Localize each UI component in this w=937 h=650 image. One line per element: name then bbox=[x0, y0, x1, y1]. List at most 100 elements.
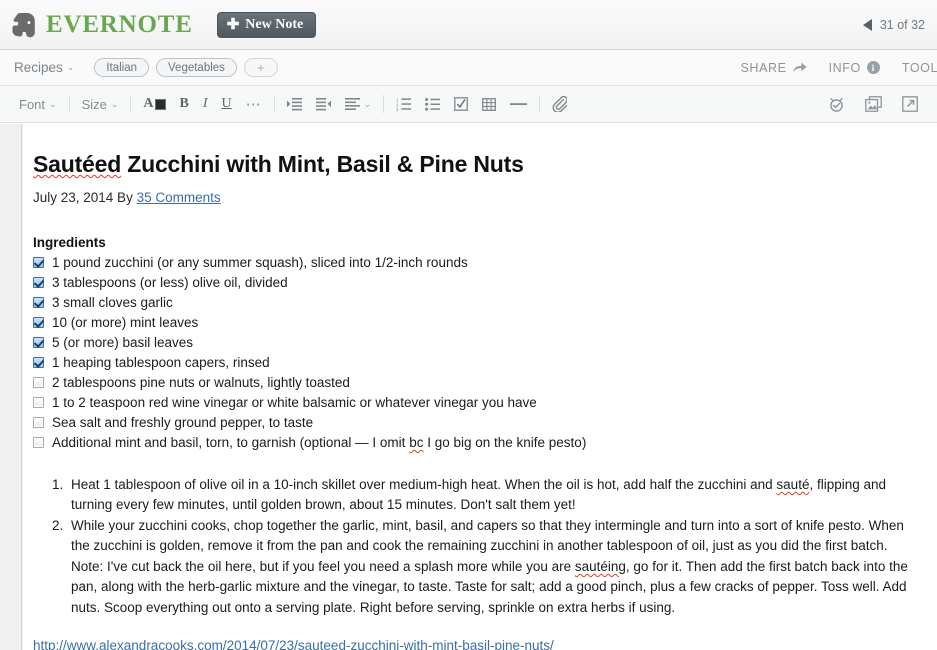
top-header-bar: EVERNOTE ✚ New Note 31 of 32 bbox=[0, 0, 937, 50]
byline-date: July 23, 2014 By bbox=[33, 189, 137, 205]
ingredient-checkbox[interactable] bbox=[33, 316, 44, 328]
info-button[interactable]: INFO i bbox=[829, 61, 880, 75]
ingredient-label: 2 tablespoons pine nuts or walnuts, ligh… bbox=[52, 374, 350, 390]
duplicate-note-icon[interactable] bbox=[858, 91, 889, 117]
note-gutter bbox=[0, 124, 22, 650]
attachment-paperclip-icon[interactable] bbox=[545, 91, 574, 117]
comments-link[interactable]: 35 Comments bbox=[137, 190, 221, 205]
add-tag-button[interactable]: + bbox=[243, 58, 278, 77]
divider bbox=[539, 95, 541, 113]
note-pagination: 31 of 32 bbox=[862, 17, 925, 32]
underline-button[interactable]: U bbox=[215, 91, 239, 117]
new-note-label: New Note bbox=[245, 16, 304, 32]
numbered-list-icon[interactable]: 1 2 3 bbox=[389, 91, 418, 117]
list-item[interactable]: 1 to 2 teaspoon red wine vinegar or whit… bbox=[33, 393, 917, 413]
instruction-step[interactable]: While your zucchini cooks, chop together… bbox=[67, 516, 917, 619]
divider bbox=[130, 95, 132, 113]
ingredients-heading: Ingredients bbox=[33, 234, 106, 250]
chevron-down-icon: ⌄ bbox=[49, 98, 57, 109]
brand-logo[interactable]: EVERNOTE bbox=[9, 10, 193, 40]
pagination-label: 31 of 32 bbox=[879, 17, 925, 32]
note-title[interactable]: Sautéed Zucchini with Mint, Basil & Pine… bbox=[33, 150, 917, 179]
ingredient-checkbox[interactable] bbox=[33, 296, 44, 308]
list-item[interactable]: 3 tablespoons (or less) olive oil, divid… bbox=[33, 273, 917, 293]
ingredient-checkbox[interactable] bbox=[33, 256, 44, 268]
ingredient-label: 3 small cloves garlic bbox=[52, 294, 173, 310]
notebook-selector[interactable]: Recipes ⌄ bbox=[14, 60, 74, 75]
checkbox-list-icon[interactable] bbox=[447, 91, 475, 117]
list-item[interactable]: Sea salt and freshly ground pepper, to t… bbox=[33, 413, 917, 433]
text-color-button[interactable]: A bbox=[136, 91, 172, 117]
ingredient-label: 10 (or more) mint leaves bbox=[52, 314, 199, 330]
tools-label: TOOLS bbox=[901, 60, 937, 75]
list-item[interactable]: Additional mint and basil, torn, to garn… bbox=[33, 433, 917, 453]
ingredient-label: 1 pound zucchini (or any summer squash),… bbox=[52, 254, 468, 270]
bullet-list-icon[interactable] bbox=[418, 91, 447, 117]
align-left-button[interactable]: ⌄ bbox=[338, 91, 379, 117]
notebook-tag-bar: Recipes ⌄ Italian Vegetables + SHARE INF… bbox=[0, 50, 937, 86]
ingredient-checkbox[interactable] bbox=[33, 336, 44, 348]
list-item[interactable]: 1 heaping tablespoon capers, rinsed bbox=[33, 353, 917, 373]
color-swatch-icon bbox=[154, 98, 166, 110]
notebook-label: Recipes bbox=[14, 60, 63, 75]
bold-button[interactable]: B bbox=[173, 91, 196, 117]
ingredient-checkbox[interactable] bbox=[33, 376, 44, 388]
more-formatting-button[interactable]: ⋯ bbox=[239, 91, 269, 117]
evernote-window: EVERNOTE ✚ New Note 31 of 32 Recipes ⌄ I… bbox=[0, 0, 937, 650]
instructions-list: Heat 1 tablespoon of olive oil in a 10-i… bbox=[33, 475, 917, 619]
size-selector[interactable]: Size ⌄ bbox=[75, 91, 126, 117]
ingredient-checkbox[interactable] bbox=[33, 356, 44, 368]
ingredients-list: 1 pound zucchini (or any summer squash),… bbox=[33, 253, 917, 453]
note-actions: SHARE INFO i TOOLS bbox=[741, 61, 937, 75]
ingredient-checkbox[interactable] bbox=[33, 276, 44, 288]
misspelled-word: bc bbox=[409, 434, 424, 450]
tools-button[interactable]: TOOLS bbox=[902, 61, 937, 75]
ingredient-checkbox[interactable] bbox=[33, 436, 44, 448]
divider bbox=[273, 95, 275, 113]
ingredient-checkbox[interactable] bbox=[33, 396, 44, 408]
misspelled-word: sautéing bbox=[574, 558, 626, 574]
note-editor[interactable]: Sautéed Zucchini with Mint, Basil & Pine… bbox=[23, 124, 937, 650]
chevron-down-icon: ⌄ bbox=[66, 62, 75, 72]
chevron-down-icon: ⌄ bbox=[363, 98, 372, 109]
size-label: Size bbox=[81, 96, 107, 112]
info-label: INFO bbox=[828, 60, 861, 75]
ingredient-label: 1 to 2 teaspoon red wine vinegar or whit… bbox=[52, 394, 537, 410]
ingredient-label: 3 tablespoons (or less) olive oil, divid… bbox=[52, 274, 288, 290]
chevron-down-icon: ⌄ bbox=[110, 98, 119, 109]
reminder-alarm-clock-icon[interactable] bbox=[821, 91, 852, 117]
ingredient-checkbox[interactable] bbox=[33, 416, 44, 428]
note-title-rest: Zucchini with Mint, Basil & Pine Nuts bbox=[121, 151, 524, 177]
tag-vegetables[interactable]: Vegetables bbox=[156, 58, 237, 77]
share-label: SHARE bbox=[740, 60, 787, 75]
tag-list: Italian Vegetables + bbox=[94, 58, 278, 77]
new-note-button[interactable]: ✚ New Note bbox=[216, 11, 317, 38]
triangle-left-icon[interactable] bbox=[862, 18, 872, 31]
list-item[interactable]: 1 pound zucchini (or any summer squash),… bbox=[33, 253, 917, 273]
divider bbox=[68, 95, 70, 113]
list-item[interactable]: 3 small cloves garlic bbox=[33, 293, 917, 313]
horizontal-rule-icon[interactable] bbox=[503, 91, 534, 117]
list-item[interactable]: 10 (or more) mint leaves bbox=[33, 313, 917, 333]
ingredient-label: 1 heaping tablespoon capers, rinsed bbox=[52, 354, 270, 370]
italic-button[interactable]: I bbox=[196, 91, 215, 117]
note-area: Sautéed Zucchini with Mint, Basil & Pine… bbox=[0, 124, 937, 650]
share-button[interactable]: SHARE bbox=[741, 61, 807, 75]
indent-decrease-icon[interactable] bbox=[309, 91, 338, 117]
indent-increase-icon[interactable] bbox=[280, 91, 309, 117]
plus-icon: ✚ bbox=[226, 16, 240, 33]
expand-note-icon[interactable] bbox=[895, 91, 925, 117]
formatting-toolbar: Font ⌄ Size ⌄ A B I U ⋯ ⌄ 1 2 3 bbox=[0, 86, 937, 123]
table-icon[interactable] bbox=[475, 91, 503, 117]
toolbar-right-actions bbox=[821, 91, 937, 117]
source-url-link[interactable]: http://www.alexandracooks.com/2014/07/23… bbox=[33, 638, 917, 650]
misspelled-word: sauté bbox=[776, 476, 810, 492]
tag-italian[interactable]: Italian bbox=[94, 58, 150, 77]
evernote-elephant-icon bbox=[9, 10, 39, 40]
instruction-step[interactable]: Heat 1 tablespoon of olive oil in a 10-i… bbox=[67, 475, 917, 516]
svg-text:3: 3 bbox=[396, 107, 399, 111]
font-selector[interactable]: Font ⌄ bbox=[12, 91, 64, 117]
list-item[interactable]: 5 (or more) basil leaves bbox=[33, 333, 917, 353]
ingredient-label: 5 (or more) basil leaves bbox=[52, 334, 194, 350]
list-item[interactable]: 2 tablespoons pine nuts or walnuts, ligh… bbox=[33, 373, 917, 393]
